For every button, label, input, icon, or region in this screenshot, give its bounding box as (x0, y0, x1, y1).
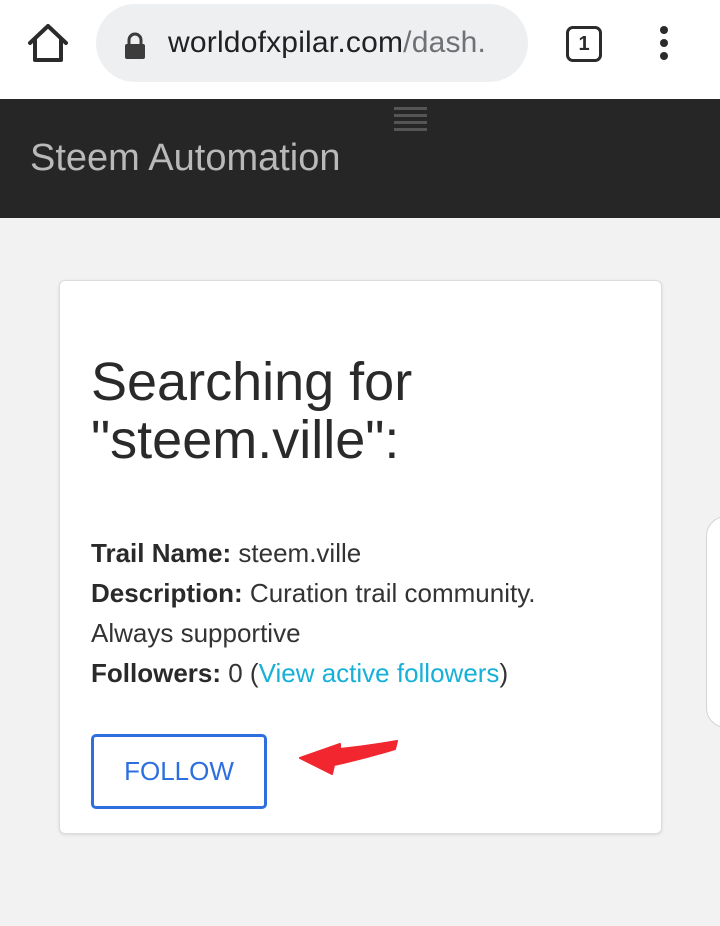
url-bar[interactable]: worldofxpilar.com/dash. (96, 4, 528, 82)
hamburger-icon[interactable] (394, 107, 427, 131)
followers-count: 0 ( (221, 658, 259, 688)
search-heading: Searching for "steem.ville": (91, 352, 413, 470)
url-domain: worldofxpilar.com (168, 26, 404, 59)
followers-label: Followers: (91, 658, 222, 688)
red-arrow-annotation (299, 740, 398, 775)
followers-close-paren: ) (499, 658, 509, 688)
trail-name-label: Trail Name: (91, 538, 232, 568)
browser-toolbar: worldofxpilar.com/dash. 1 (0, 0, 720, 99)
follow-button[interactable]: FOLLOW (91, 734, 267, 809)
lock-icon (125, 32, 145, 59)
more-vert-icon[interactable] (652, 26, 676, 62)
followers-row: Followers: 0 (View active followers) (91, 653, 611, 693)
app-title[interactable]: Steem Automation (30, 137, 341, 180)
trail-name-row: Trail Name: steem.ville (91, 533, 611, 573)
app-header: Steem Automation (0, 99, 720, 218)
trail-name-value: steem.ville (231, 538, 362, 568)
tab-switcher-button[interactable]: 1 (566, 26, 602, 62)
home-icon[interactable] (26, 22, 70, 64)
description-row: Description: Curation trail community. A… (91, 573, 611, 653)
trail-info: Trail Name: steem.ville Description: Cur… (91, 533, 611, 693)
url-text: worldofxpilar.com/dash. (168, 26, 486, 60)
url-path: /dash. (403, 26, 487, 59)
edge-panel-handle[interactable] (706, 516, 720, 728)
description-label: Description: (91, 578, 243, 608)
view-active-followers-link[interactable]: View active followers (259, 658, 500, 688)
